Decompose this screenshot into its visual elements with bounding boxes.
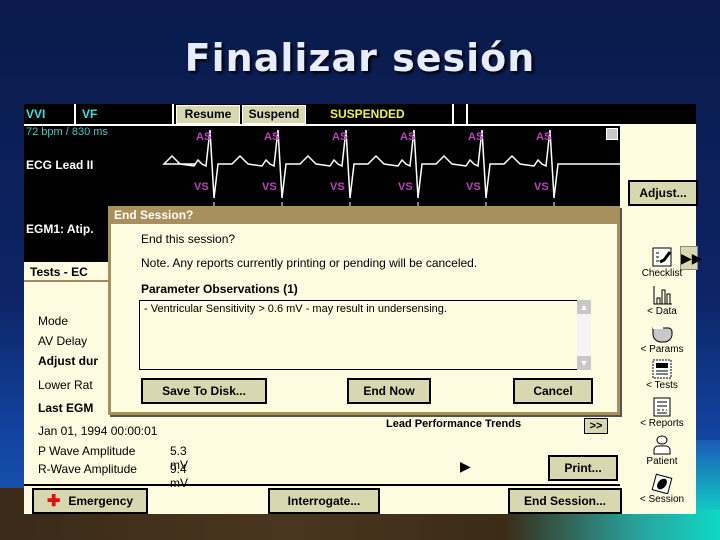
save-to-disk-button[interactable]: Save To Disk... [141, 378, 267, 404]
pacing-mode: VVI [26, 107, 46, 121]
adjust-button[interactable]: Adjust... [628, 180, 698, 206]
lower-rate-label: Lower Rat [38, 378, 93, 392]
checklist-icon [652, 247, 672, 267]
slide-title: Finalizar sesión [184, 36, 536, 80]
nav-patient[interactable]: Patient [628, 434, 696, 467]
suspend-button[interactable]: Suspend [242, 105, 306, 124]
nav-label: < Tests [646, 380, 678, 391]
session-icon [651, 473, 673, 494]
nav-label: < Reports [640, 418, 684, 429]
nav-tests[interactable]: < Tests [628, 358, 696, 391]
cancel-button[interactable]: Cancel [513, 378, 593, 404]
nav-reports[interactable]: < Reports [628, 396, 696, 429]
observations-header: Parameter Observations (1) [141, 282, 298, 296]
programmer-app-window: VVI VF Resume Suspend SUSPENDED 72 bpm /… [24, 104, 703, 514]
ecg-trace [162, 129, 620, 199]
patient-icon [653, 435, 671, 455]
end-session-dialog: End Session? End this session? Note. Any… [108, 206, 620, 415]
scroll-down-icon[interactable]: ▼ [577, 356, 591, 370]
nav-label: < Params [640, 344, 684, 355]
tests-icon [652, 359, 672, 379]
end-session-button[interactable]: End Session... [508, 488, 622, 514]
nav-label: < Data [647, 306, 677, 317]
av-delay-label: AV Delay [38, 334, 88, 348]
interrogate-button[interactable]: Interrogate... [268, 488, 380, 514]
reports-icon [653, 397, 671, 417]
divider [466, 104, 468, 124]
ventricular-sense-marker: VS [330, 181, 345, 193]
ventricular-sense-marker: VS [398, 181, 413, 193]
end-now-button[interactable]: End Now [347, 378, 431, 404]
emergency-button[interactable]: ✚ Emergency [32, 488, 148, 514]
r-wave-row: R-Wave Amplitude 9.4 mV [38, 462, 188, 490]
atrial-sense-marker: AS [196, 131, 211, 143]
nav-label: < Session [639, 494, 685, 505]
divider [24, 484, 620, 486]
lead-performance-trends-label: Lead Performance Trends [386, 418, 522, 430]
dialog-title: End Session? [108, 206, 620, 224]
divider [452, 104, 454, 124]
observations-scrollbar[interactable]: ▲ ▼ [577, 300, 591, 370]
observations-list[interactable]: - Ventricular Sensitivity > 0.6 mV - may… [139, 300, 579, 370]
r-wave-label: R-Wave Amplitude [38, 462, 137, 476]
ventricular-sense-marker: VS [534, 181, 549, 193]
mouse-cursor-icon: ▶ [460, 458, 471, 474]
status-suspended: SUSPENDED [330, 107, 405, 121]
nav-params[interactable]: < Params [628, 322, 696, 355]
divider [74, 104, 76, 124]
nav-data[interactable]: < Data [628, 284, 696, 317]
atrial-sense-marker: AS [264, 131, 279, 143]
egm-timestamp: Jan 01, 1994 00:00:01 [38, 424, 158, 438]
last-egm-label: Last EGM [38, 401, 94, 415]
status-bar: VVI VF Resume Suspend SUSPENDED [24, 104, 620, 126]
nav-session[interactable]: < Session [628, 472, 696, 505]
observation-item: - Ventricular Sensitivity > 0.6 mV - may… [144, 303, 447, 315]
adjust-duration-label: Adjust dur [38, 354, 98, 368]
mode-label: Mode [38, 314, 69, 328]
maximize-icon[interactable] [606, 128, 618, 140]
status-bar-right [620, 104, 696, 124]
atrial-sense-marker: AS [468, 131, 483, 143]
lead-trends-expand-button[interactable]: >> [584, 418, 608, 434]
atrial-sense-marker: AS [332, 131, 347, 143]
resume-button[interactable]: Resume [176, 105, 240, 124]
ventricular-sense-marker: VS [194, 181, 209, 193]
divider [172, 104, 174, 124]
dialog-question: End this session? [141, 232, 236, 246]
nav-label: Checklist [641, 268, 683, 279]
ventricular-sense-marker: VS [466, 181, 481, 193]
bar-chart-icon [653, 286, 672, 305]
atrial-sense-marker: AS [400, 131, 415, 143]
print-button[interactable]: Print... [548, 455, 618, 481]
p-wave-row: P Wave Amplitude 5.3 mV [38, 444, 188, 472]
atrial-sense-marker: AS [536, 131, 551, 143]
emergency-cross-icon: ✚ [46, 492, 61, 510]
nav-checklist[interactable]: Checklist [628, 246, 696, 279]
ventricular-sense-marker: VS [262, 181, 277, 193]
params-icon [652, 327, 673, 343]
dialog-note: Note. Any reports currently printing or … [141, 256, 478, 270]
scroll-up-icon[interactable]: ▲ [577, 300, 591, 314]
tests-header: Tests - EC [30, 265, 88, 279]
emergency-label: Emergency [68, 494, 134, 508]
rhythm-label: VF [82, 107, 98, 121]
nav-label: Patient [646, 456, 678, 467]
p-wave-label: P Wave Amplitude [38, 444, 136, 458]
